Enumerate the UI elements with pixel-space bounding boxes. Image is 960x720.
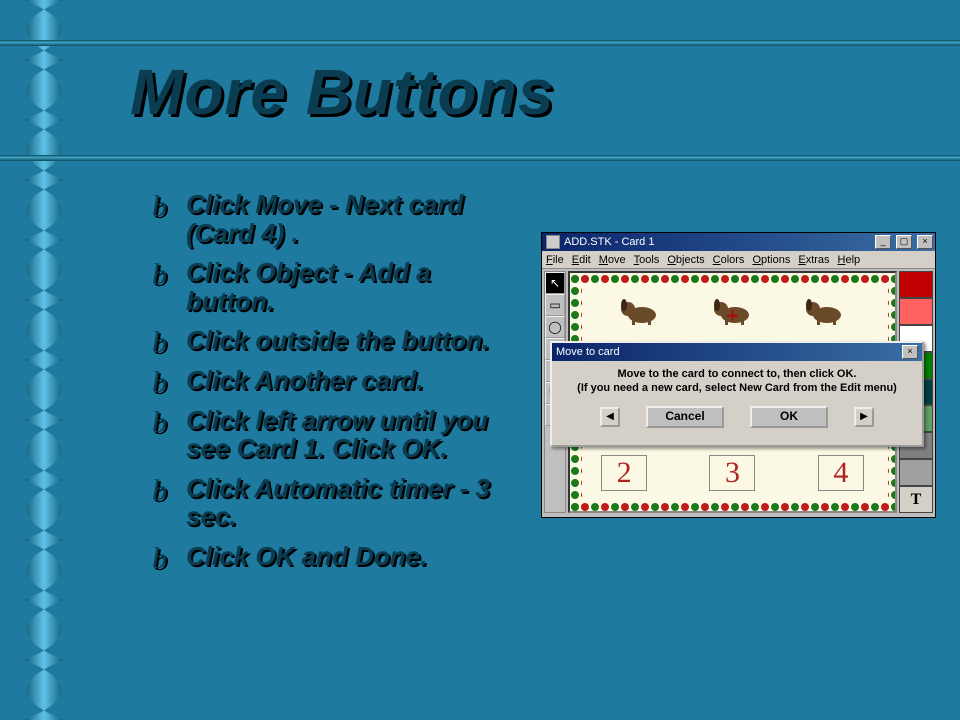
tool-text[interactable]: T [899,486,933,513]
menu-options[interactable]: Options [752,254,790,266]
card-number-box[interactable]: 3 [709,455,755,491]
tool-rect[interactable]: ▭ [545,294,565,316]
bullet-item: Click Another card. [150,366,520,395]
menu-bar: File Edit Move Tools Objects Colors Opti… [542,251,935,269]
dialog-titlebar[interactable]: Move to card × [552,343,922,361]
card-number-row: 2 3 4 [570,455,895,491]
cancel-button[interactable]: Cancel [646,406,724,428]
divider-top [0,40,960,46]
divider-bottom [0,155,960,161]
bullet-item: Click OK and Done. [150,542,520,571]
next-card-button[interactable]: ▶ [854,407,874,427]
bullet-item: Click Move - Next card (Card 4) . [150,190,520,247]
dialog-body: Move to the card to connect to, then cli… [552,361,922,428]
swatch[interactable] [899,459,933,486]
window-title-text: ADD.STK - Card 1 [564,236,654,248]
window-titlebar[interactable]: ADD.STK - Card 1 _ ▢ × [542,233,935,251]
dialog-instruction-1: Move to the card to connect to, then cli… [560,367,914,381]
menu-edit[interactable]: Edit [572,254,591,266]
swatch[interactable] [899,271,933,298]
menu-file[interactable]: File [546,254,564,266]
slide-title: More Buttons [130,55,554,129]
swatch[interactable] [899,298,933,325]
dialog-title-text: Move to card [556,346,620,358]
ok-button[interactable]: OK [750,406,828,428]
card-number-box[interactable]: 4 [818,455,864,491]
menu-colors[interactable]: Colors [713,254,745,266]
ribbon-decoration [0,0,88,720]
hyperstudio-window: ADD.STK - Card 1 _ ▢ × File Edit Move To… [541,232,936,518]
dialog-close-button[interactable]: × [902,345,918,359]
bullet-item: Click left arrow until you see Card 1. C… [150,406,520,463]
move-to-card-dialog: Move to card × Move to the card to conne… [550,341,924,447]
dialog-instruction-2: (If you need a new card, select New Card… [560,381,914,395]
app-icon [546,235,560,249]
dog-icon [618,295,662,325]
bullet-item: Click Object - Add a button. [150,258,520,315]
plus-icon: + [726,303,739,329]
ribbon-svg [0,0,88,720]
card-number-box[interactable]: 2 [601,455,647,491]
tool-pointer[interactable]: ↖ [545,272,565,294]
bullet-item: Click outside the button. [150,326,520,355]
minimize-button[interactable]: _ [875,235,891,249]
tool-oval[interactable]: ◯ [545,316,565,338]
menu-extras[interactable]: Extras [798,254,829,266]
menu-move[interactable]: Move [599,254,626,266]
close-button[interactable]: × [917,235,933,249]
menu-objects[interactable]: Objects [667,254,704,266]
prev-card-button[interactable]: ◀ [600,407,620,427]
menu-tools[interactable]: Tools [634,254,660,266]
bullet-item: Click Automatic timer - 3 sec. [150,474,520,531]
dog-icon [803,295,847,325]
maximize-button[interactable]: ▢ [896,235,912,249]
menu-help[interactable]: Help [838,254,861,266]
bullet-list: Click Move - Next card (Card 4) . Click … [150,190,520,582]
